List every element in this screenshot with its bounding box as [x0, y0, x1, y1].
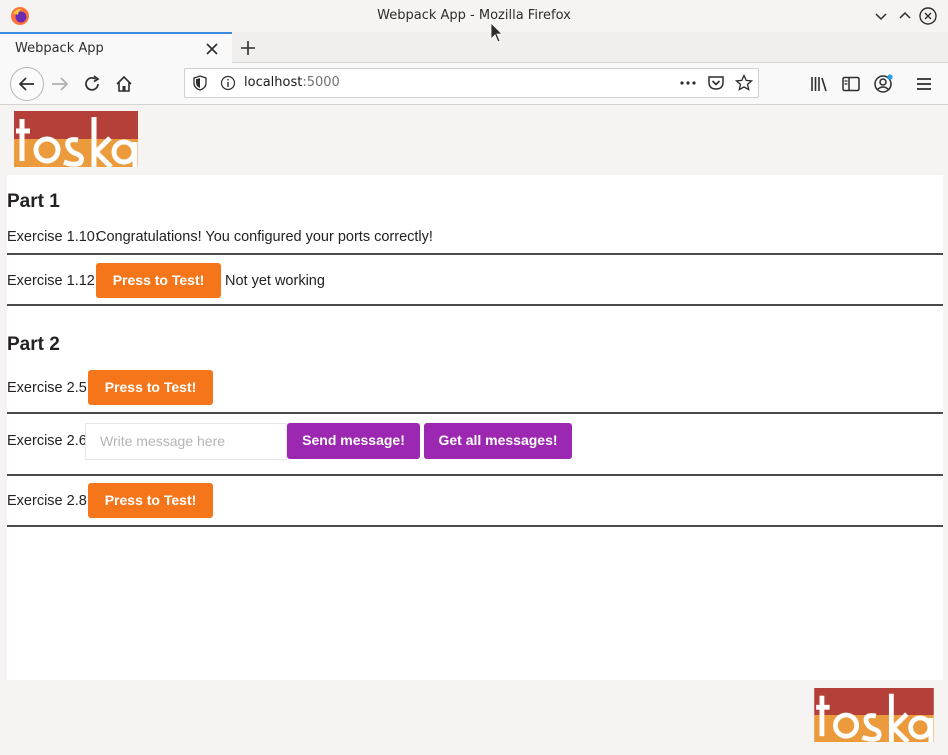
bookmark-star-icon[interactable] [735, 74, 753, 92]
tab-webpack-app[interactable]: Webpack App [0, 32, 232, 63]
toska-logo [14, 111, 138, 167]
get-all-messages-button[interactable]: Get all messages! [424, 423, 572, 459]
sidebar-toggle-icon[interactable] [840, 73, 862, 95]
forward-arrow-icon[interactable] [49, 73, 71, 95]
home-icon[interactable] [113, 73, 135, 95]
divider [7, 253, 943, 255]
back-button[interactable] [10, 67, 44, 101]
exercise-2-5-label: Exercise 2.5: [7, 380, 91, 396]
part2-heading: Part 2 [7, 334, 60, 355]
account-icon[interactable] [872, 73, 894, 95]
exercise-1-10-result: Congratulations! You configured your por… [96, 229, 433, 245]
library-icon[interactable] [808, 73, 830, 95]
exercise-2-8-test-button[interactable]: Press to Test! [88, 483, 213, 518]
tab-strip: Webpack App [0, 32, 948, 63]
address-bar[interactable]: localhost:5000 [184, 68, 759, 98]
divider [7, 304, 943, 306]
back-arrow-icon [18, 77, 34, 91]
exercise-1-12-test-button[interactable]: Press to Test! [96, 263, 221, 298]
send-message-button[interactable]: Send message! [287, 423, 420, 459]
mouse-cursor-icon [490, 22, 503, 43]
divider [7, 474, 943, 476]
page-actions-icon[interactable] [679, 76, 697, 90]
exercise-2-8-label: Exercise 2.8: [7, 493, 91, 509]
maximize-icon[interactable] [896, 7, 914, 25]
close-window-icon[interactable] [919, 7, 937, 25]
window-title: Webpack App - Mozilla Firefox [377, 8, 571, 23]
navigation-toolbar: localhost:5000 [0, 63, 948, 105]
tab-label: Webpack App [15, 41, 104, 56]
window-titlebar: Webpack App - Mozilla Firefox [0, 0, 948, 32]
web-page: Part 1 Exercise 1.10: Congratulations! Y… [7, 105, 943, 755]
new-tab-icon[interactable] [238, 38, 258, 58]
divider [7, 525, 943, 527]
close-tab-icon[interactable] [205, 42, 219, 56]
site-info-icon[interactable] [220, 75, 236, 91]
exercise-1-10-label: Exercise 1.10: [7, 229, 99, 245]
exercise-2-5-test-button[interactable]: Press to Test! [88, 370, 213, 405]
exercise-2-6-label: Exercise 2.6: [7, 433, 91, 449]
page-header [7, 105, 943, 175]
url-port: :5000 [302, 75, 340, 90]
minimize-icon[interactable] [872, 7, 890, 25]
toska-footer-logo [814, 688, 934, 742]
pocket-icon[interactable] [707, 74, 725, 92]
message-input[interactable]: Write message here [85, 423, 287, 460]
page-footer [7, 680, 943, 755]
part1-heading: Part 1 [7, 191, 60, 212]
divider [7, 412, 943, 414]
exercise-1-12-status: Not yet working [225, 273, 325, 289]
url-text[interactable]: localhost:5000 [244, 75, 340, 90]
url-host: localhost [244, 75, 303, 90]
exercise-1-12-label: Exercise 1.12: [7, 273, 99, 289]
reload-icon[interactable] [81, 73, 103, 95]
tracking-protection-icon[interactable] [192, 75, 208, 91]
hamburger-menu-icon[interactable] [913, 73, 935, 95]
